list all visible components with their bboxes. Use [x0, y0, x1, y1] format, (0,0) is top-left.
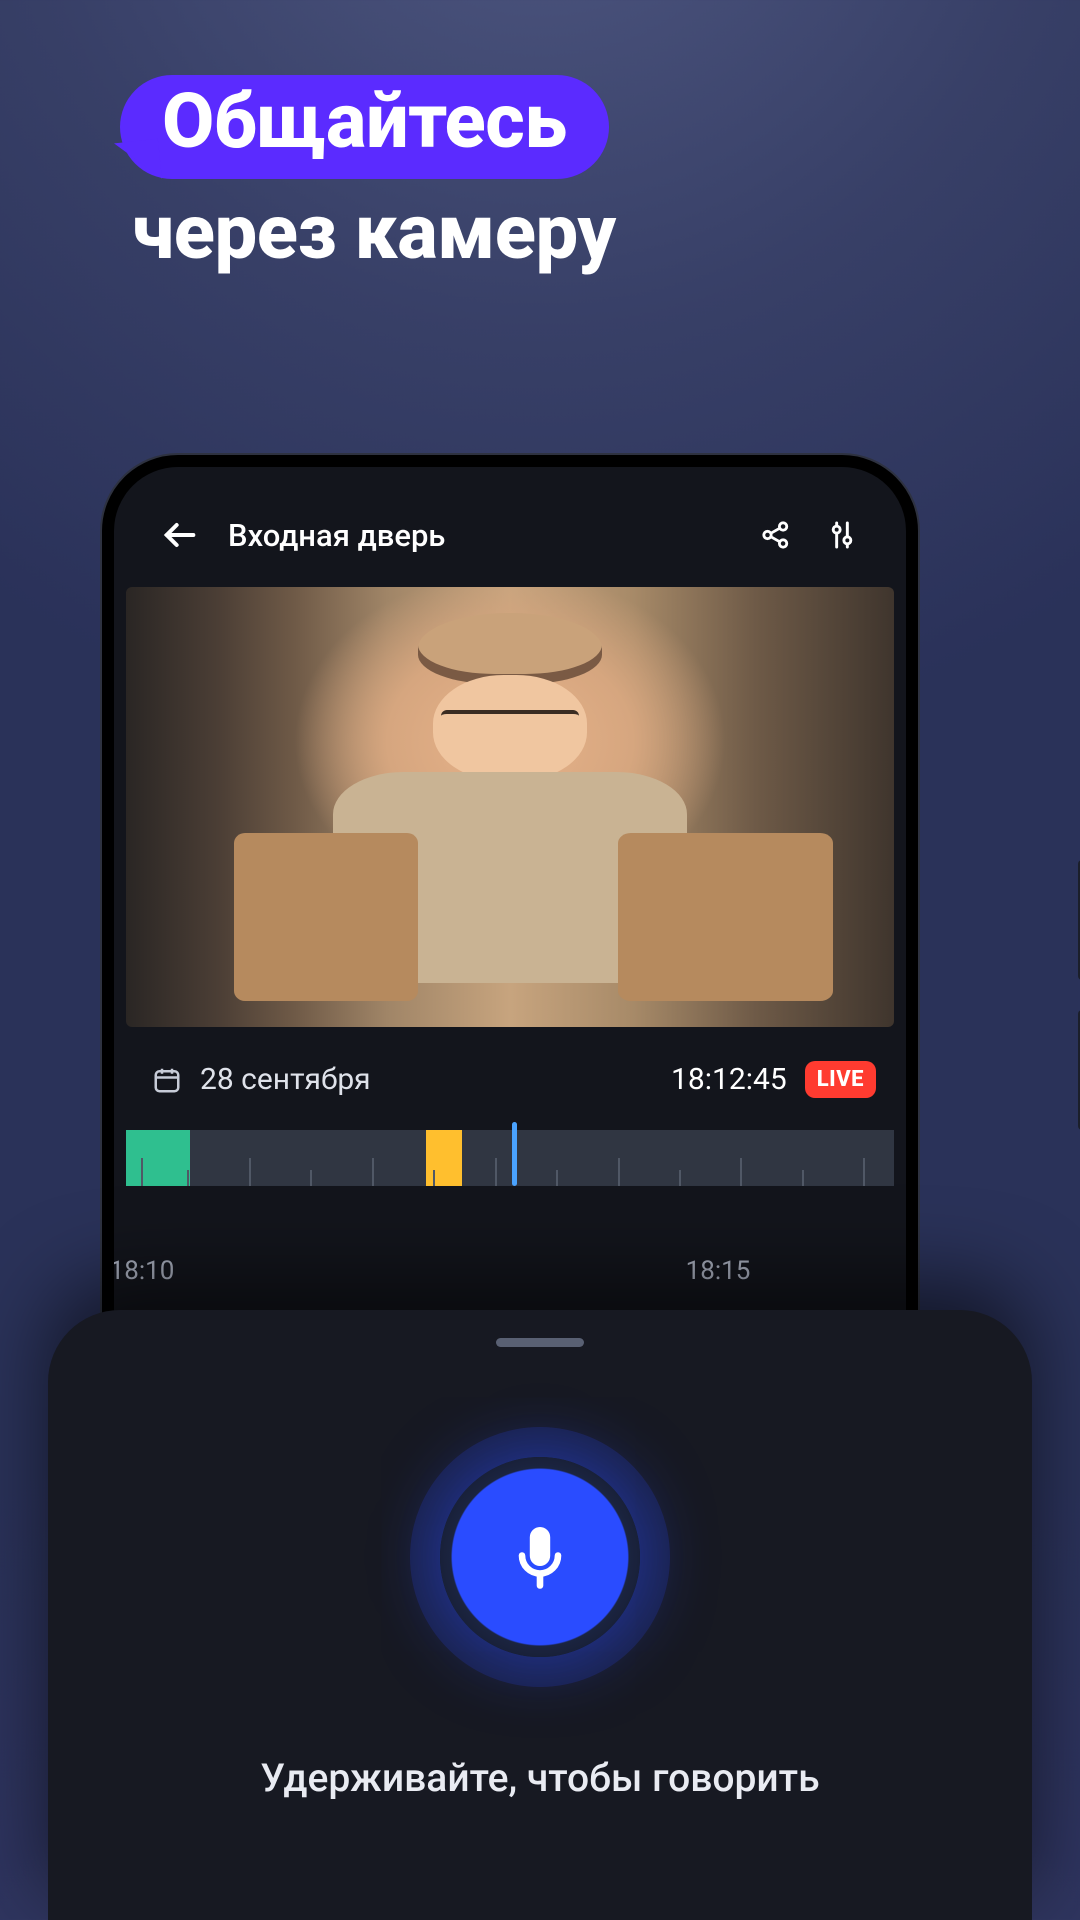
live-badge: LIVE: [805, 1061, 876, 1098]
promo-headline: Общайтесь через камеру: [120, 75, 616, 277]
share-button[interactable]: [756, 515, 796, 555]
sliders-icon: [826, 519, 858, 551]
timeline-label: 18:10: [114, 1256, 174, 1286]
timeline-label: 18:15: [686, 1256, 751, 1286]
arrow-left-icon: [160, 515, 200, 555]
talk-sheet: Удерживайте, чтобы говорить: [48, 1310, 1032, 1920]
time-label: 18:12:45: [671, 1062, 787, 1097]
timeline-labels: 18:10 18:15: [114, 1256, 906, 1286]
talk-hint: Удерживайте, чтобы говорить: [260, 1755, 819, 1801]
feed-illustration: [418, 613, 602, 683]
promo-chip: Общайтесь: [120, 75, 609, 179]
camera-topbar: Входная дверь: [114, 467, 906, 587]
timeline-cursor[interactable]: [512, 1122, 517, 1186]
timeline[interactable]: [126, 1130, 894, 1186]
microphone-icon: [504, 1521, 576, 1593]
promo-subtitle: через камеру: [132, 187, 616, 277]
settings-button[interactable]: [822, 515, 862, 555]
date-label: 28 сентября: [200, 1062, 371, 1097]
share-icon: [759, 518, 793, 552]
feed-meta: 28 сентября 18:12:45 LIVE: [114, 1027, 906, 1116]
camera-title: Входная дверь: [228, 517, 730, 554]
back-button[interactable]: [158, 513, 202, 557]
push-to-talk-button[interactable]: [440, 1457, 640, 1657]
calendar-icon: [152, 1065, 182, 1095]
sheet-grabber[interactable]: [496, 1338, 584, 1347]
camera-feed[interactable]: [126, 587, 894, 1027]
timeline-ticks: [126, 1130, 894, 1186]
